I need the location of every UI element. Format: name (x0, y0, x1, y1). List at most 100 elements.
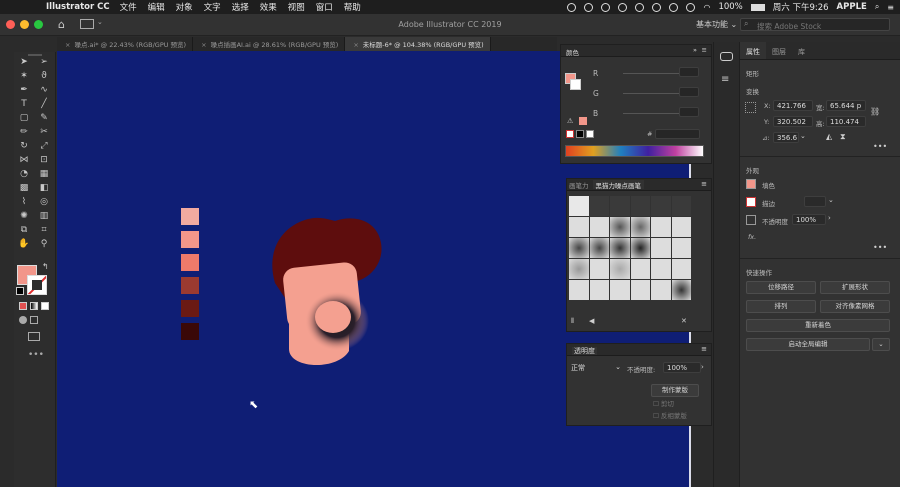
r-channel-row[interactable]: R (593, 69, 693, 79)
perspective-grid-tool-icon[interactable]: ▦ (38, 169, 50, 180)
swatch-2[interactable] (181, 231, 199, 248)
collapse-icon[interactable]: » (693, 46, 697, 54)
close-tab-icon[interactable]: × (65, 41, 70, 49)
status-icon[interactable] (669, 2, 679, 12)
flip-vertical-icon[interactable]: ⧗ (840, 132, 846, 142)
brush-item[interactable] (671, 280, 691, 300)
expand-shape-button[interactable]: 扩展形状 (820, 281, 890, 294)
menu-effect[interactable]: 效果 (260, 1, 277, 13)
battery-icon[interactable] (750, 3, 765, 11)
menu-view[interactable]: 视图 (288, 1, 305, 13)
recolor-button[interactable]: 重新着色 (746, 319, 890, 332)
menu-file[interactable]: 文件 (120, 1, 137, 13)
tab-brush[interactable]: 画笔力 (569, 180, 589, 190)
direct-selection-tool-icon[interactable]: ➢ (38, 57, 50, 68)
link-proportions-icon[interactable]: ⛓ (870, 107, 880, 116)
brush-item[interactable] (671, 259, 691, 279)
spotlight-icon[interactable]: ⌕ (875, 2, 879, 12)
swap-fill-stroke-icon[interactable]: ↰ (42, 262, 49, 271)
checkbox-box[interactable]: ☐ (653, 412, 661, 420)
wifi-icon[interactable]: ◠ (703, 3, 710, 12)
status-icon[interactable] (686, 2, 696, 12)
brush-item[interactable] (671, 217, 691, 237)
swatch-4[interactable] (181, 277, 199, 294)
gradient-mode-icon[interactable] (30, 302, 38, 310)
scissors-tool-icon[interactable]: ✂ (38, 127, 50, 138)
magic-wand-tool-icon[interactable]: ✶ (18, 71, 30, 82)
global-edit-button[interactable]: 启动全局编辑 (746, 338, 870, 351)
gamut-color-swatch[interactable] (579, 117, 587, 125)
r-value-field[interactable] (679, 67, 699, 77)
width-tool-icon[interactable]: ⋈ (18, 155, 30, 166)
menu-edit[interactable]: 编辑 (148, 1, 165, 13)
clock[interactable]: 周六 下午9:26 (773, 1, 829, 13)
rotate-tool-icon[interactable]: ↻ (18, 141, 30, 152)
brush-item[interactable] (630, 217, 650, 237)
selection-tool-icon[interactable]: ➤ (18, 57, 30, 68)
line-tool-icon[interactable]: ╱ (38, 99, 50, 110)
default-colors-icon[interactable] (16, 287, 24, 295)
tab-document-1[interactable]: × 噪点.ai* @ 22.43% (RGB/GPU 预览) (57, 37, 194, 51)
g-value-field[interactable] (679, 87, 699, 97)
eyedropper-tool-icon[interactable]: ⌇ (18, 197, 30, 208)
blend-tool-icon[interactable]: ◎ (38, 197, 50, 208)
chevron-down-icon[interactable]: ⌄ (800, 132, 806, 140)
library-icon[interactable]: ⫴ (571, 317, 574, 326)
column-graph-tool-icon[interactable]: ▥ (38, 211, 50, 222)
swatch-3[interactable] (181, 254, 199, 271)
brush-item[interactable] (651, 259, 671, 279)
opacity-field[interactable]: 100% (792, 214, 826, 225)
b-channel-row[interactable]: B (593, 109, 693, 119)
workspace-switcher[interactable]: 基本功能 ⌄ (696, 19, 737, 30)
more-options-icon[interactable]: ••• (873, 243, 887, 252)
stock-search-input[interactable]: 搜索 Adobe Stock (740, 18, 890, 31)
arrange-button[interactable]: 排列 (746, 300, 816, 313)
menu-type[interactable]: 文字 (204, 1, 221, 13)
clip-checkbox[interactable]: ☐ 剪切 (653, 398, 674, 408)
offset-path-button[interactable]: 位移路径 (746, 281, 816, 294)
wechat-icon[interactable] (601, 2, 611, 12)
brush-item[interactable] (651, 196, 671, 216)
menu-object[interactable]: 对象 (176, 1, 193, 13)
brush-item[interactable] (651, 238, 671, 258)
free-transform-tool-icon[interactable]: ⊡ (38, 155, 50, 166)
notification-icon[interactable]: ≡ (887, 3, 894, 12)
chevron-right-icon[interactable]: › (828, 214, 831, 222)
more-tools-icon[interactable]: ••• (28, 350, 44, 360)
brush-options-icon[interactable]: ✕ (681, 317, 687, 325)
brush-item[interactable] (610, 196, 630, 216)
panel-menu-icon[interactable]: ≡ (701, 180, 707, 188)
brush-item[interactable] (589, 238, 609, 258)
mesh-tool-icon[interactable]: ▩ (18, 183, 30, 194)
status-icon[interactable] (584, 2, 594, 12)
close-tab-icon[interactable]: × (353, 41, 358, 49)
invert-mask-checkbox[interactable]: ☐ 反相蒙版 (653, 410, 687, 420)
global-edit-dropdown[interactable]: ⌄ (872, 338, 890, 351)
black-swatch[interactable] (576, 130, 584, 138)
status-icon[interactable] (652, 2, 662, 12)
chevron-right-icon[interactable]: › (701, 363, 704, 371)
hex-field[interactable] (655, 129, 700, 139)
brush-item[interactable] (651, 217, 671, 237)
flip-horizontal-icon[interactable]: ◭ (826, 132, 832, 141)
stroke-swatch[interactable] (27, 275, 47, 295)
remove-stroke-icon[interactable]: ◀ (589, 317, 594, 325)
none-mode-icon[interactable] (41, 302, 49, 310)
brush-item[interactable] (589, 259, 609, 279)
stroke-swatch[interactable] (570, 79, 581, 90)
fill-swatch[interactable] (746, 179, 756, 189)
menu-select[interactable]: 选择 (232, 1, 249, 13)
status-icon[interactable] (567, 2, 577, 12)
panel-menu-icon[interactable]: ≡ (702, 46, 707, 54)
artboard-tool-icon[interactable]: ⧉ (18, 225, 30, 236)
brush-item[interactable] (589, 196, 609, 216)
menu-help[interactable]: 帮助 (344, 1, 361, 13)
brush-item[interactable] (630, 196, 650, 216)
blend-mode-select[interactable]: 正常 ⌄ (571, 363, 623, 374)
out-of-gamut-icon[interactable]: ⚠ (567, 117, 573, 125)
brush-item[interactable] (610, 238, 630, 258)
b-value-field[interactable] (679, 107, 699, 117)
draw-mode-icon[interactable] (19, 316, 27, 324)
chevron-down-icon[interactable]: ⌄ (828, 196, 834, 204)
menu-icon[interactable]: ≡ (721, 74, 729, 85)
